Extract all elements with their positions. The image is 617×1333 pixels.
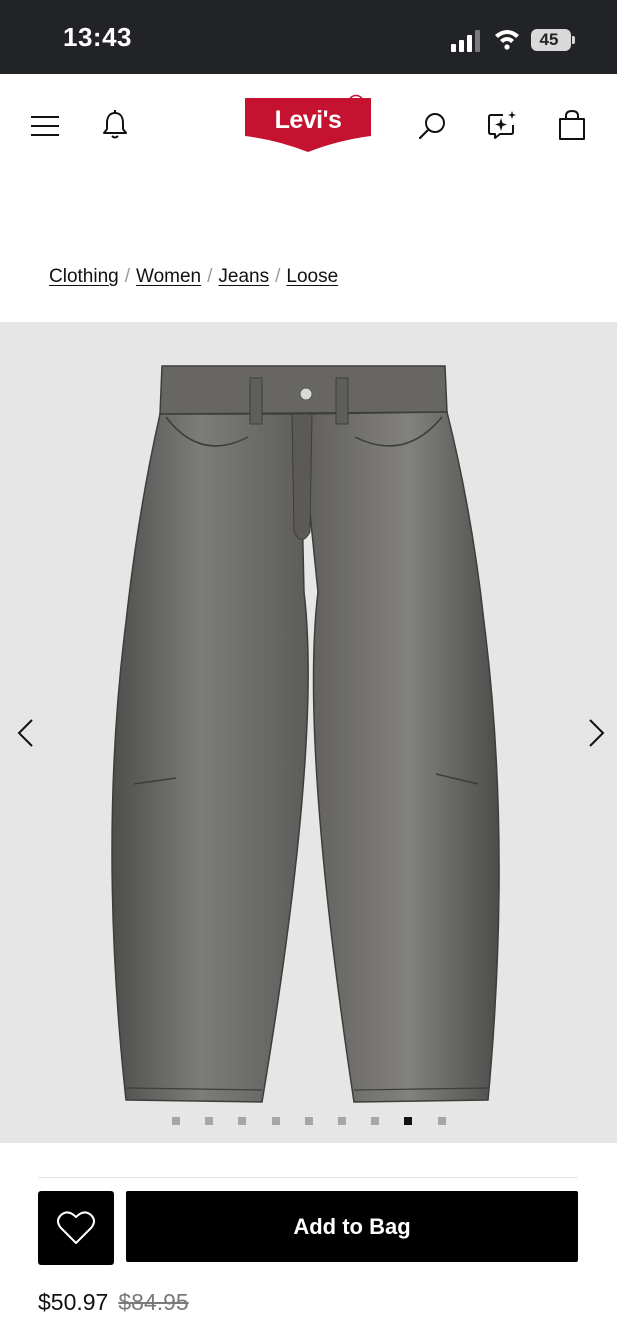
status-time: 13:43 bbox=[63, 22, 132, 52]
carousel-dot[interactable] bbox=[238, 1117, 246, 1125]
bell-icon[interactable] bbox=[101, 110, 129, 140]
breadcrumb-jeans[interactable]: Jeans bbox=[218, 266, 269, 287]
carousel-dot[interactable] bbox=[371, 1117, 379, 1125]
shopping-bag-icon[interactable] bbox=[557, 109, 587, 141]
breadcrumb-separator: / bbox=[124, 266, 130, 287]
breadcrumb-loose[interactable]: Loose bbox=[286, 266, 338, 287]
product-image-gallery[interactable] bbox=[0, 322, 617, 1143]
carousel-dot[interactable] bbox=[172, 1117, 180, 1125]
status-bar: 13:43 45 bbox=[0, 0, 617, 74]
levis-logo[interactable]: Levi's R bbox=[243, 94, 373, 152]
original-price: $84.95 bbox=[118, 1289, 189, 1315]
carousel-dot[interactable] bbox=[305, 1117, 313, 1125]
wifi-icon bbox=[495, 30, 519, 50]
menu-icon[interactable] bbox=[30, 115, 60, 137]
header-nav: Levi's R bbox=[0, 74, 617, 184]
favorite-button[interactable] bbox=[38, 1191, 114, 1265]
cellular-signal-icon bbox=[451, 30, 480, 52]
heart-icon bbox=[57, 1211, 95, 1244]
sale-price: $50.97 bbox=[38, 1289, 109, 1315]
breadcrumb-separator: / bbox=[275, 266, 281, 287]
carousel-dot[interactable] bbox=[272, 1117, 280, 1125]
product-image-jeans bbox=[111, 365, 500, 1103]
battery-nub bbox=[572, 36, 575, 44]
cropped-promo-text bbox=[38, 1326, 238, 1333]
next-image-arrow-icon[interactable] bbox=[584, 718, 608, 748]
price-row: $50.97 $84.95 bbox=[38, 1289, 189, 1316]
registered-mark-icon: R bbox=[347, 94, 365, 112]
carousel-dot[interactable] bbox=[438, 1117, 446, 1125]
svg-text:R: R bbox=[352, 99, 360, 110]
battery-icon: 45 bbox=[531, 29, 571, 51]
breadcrumb-women[interactable]: Women bbox=[136, 266, 201, 287]
previous-image-arrow-icon[interactable] bbox=[14, 718, 38, 748]
breadcrumb-clothing[interactable]: Clothing bbox=[49, 266, 119, 287]
breadcrumb-separator: / bbox=[207, 266, 213, 287]
search-icon[interactable] bbox=[418, 111, 448, 141]
carousel-dot-active[interactable] bbox=[404, 1117, 412, 1125]
carousel-dot[interactable] bbox=[338, 1117, 346, 1125]
add-to-bag-button[interactable]: Add to Bag bbox=[126, 1191, 578, 1262]
breadcrumb: Clothing / Women / Jeans / Loose bbox=[49, 266, 338, 288]
sparkle-chat-icon[interactable] bbox=[487, 110, 519, 140]
carousel-dot[interactable] bbox=[205, 1117, 213, 1125]
carousel-pagination bbox=[0, 1117, 617, 1127]
divider bbox=[38, 1177, 578, 1178]
battery-level: 45 bbox=[539, 30, 559, 49]
